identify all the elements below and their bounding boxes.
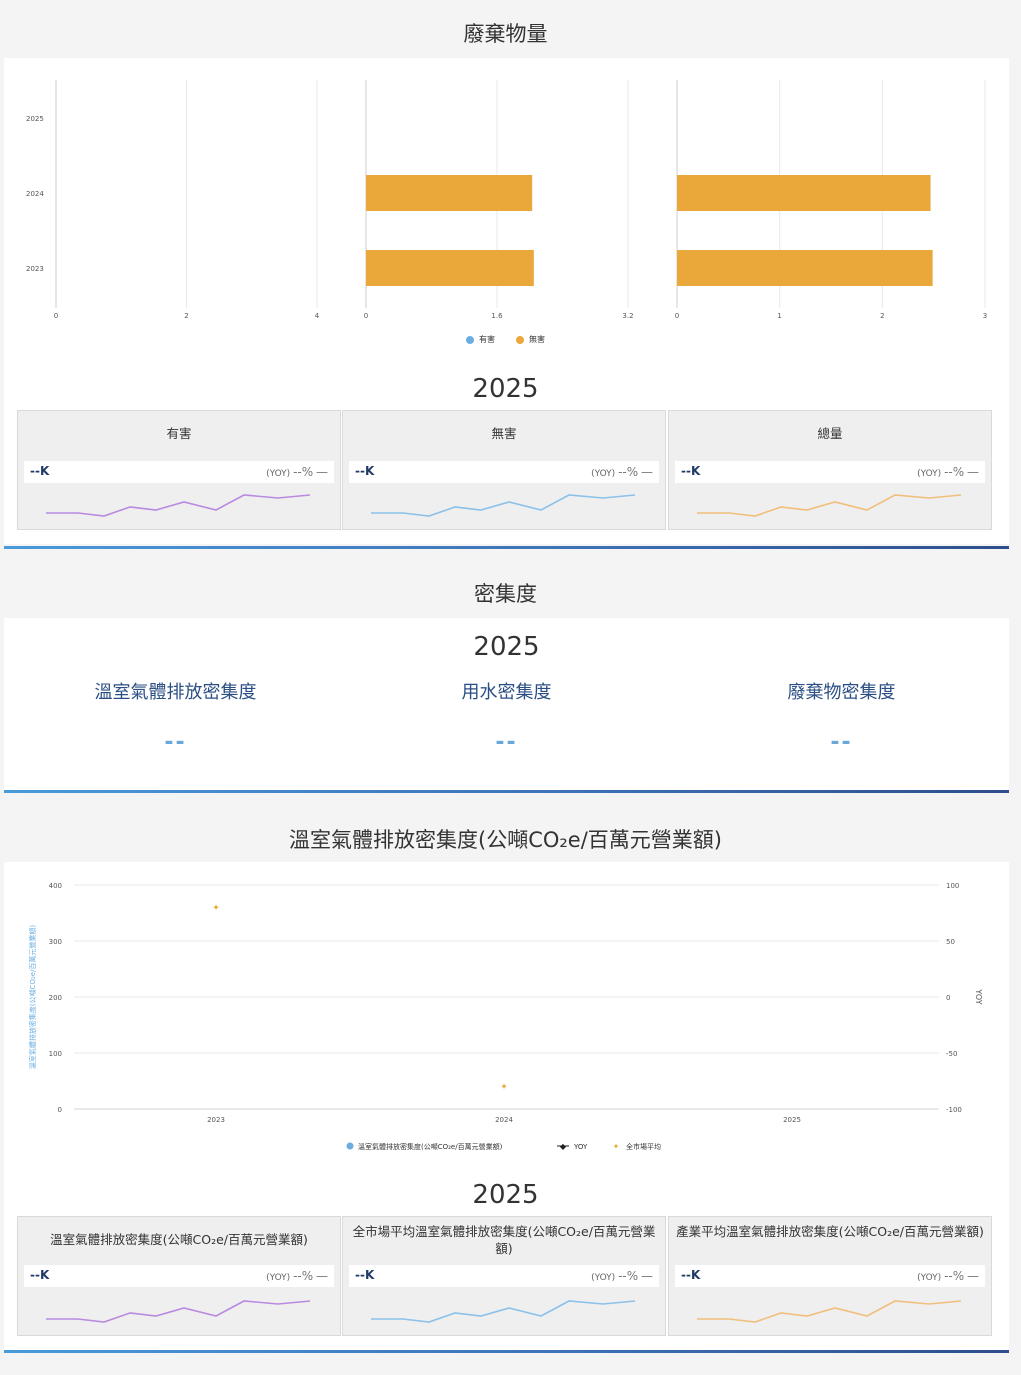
- section-title-waste: 廢棄物量: [463, 22, 548, 46]
- y-tick-label: 2024: [26, 190, 44, 198]
- density-year: 2025: [473, 632, 540, 662]
- legend-label-hazardous[interactable]: 有害: [479, 334, 495, 345]
- y-tick-label: 2023: [26, 265, 44, 273]
- card-yoy: (YOY) --% —: [266, 465, 328, 479]
- section-title-density: 密集度: [474, 582, 537, 606]
- ghg-year: 2025: [472, 1180, 539, 1210]
- y2-axis-label: YOY: [974, 988, 983, 1004]
- card-value-row: --K (YOY) --% —: [675, 461, 985, 483]
- ghg-line-chart: 400 300 200 100 0 100 50 0 -50 -100 2023 2024 2025 溫室…: [28, 882, 983, 1151]
- card-title: 有害: [166, 426, 192, 441]
- density-panel: 2025 溫室氣體排放密集度 用水密集度 廢棄物密集度 -- -- --: [4, 618, 1009, 790]
- card-title: 無害: [491, 426, 517, 441]
- legend-dot-ghg: [346, 1142, 354, 1150]
- kpi-card-market-average[interactable]: 全市場平均溫室氣體排放密集度(公噸CO₂e/百萬元營業額) --K (YOY) …: [342, 1216, 666, 1336]
- density-value-waste: --: [830, 730, 853, 755]
- density-label-ghg: 溫室氣體排放密集度: [94, 682, 257, 703]
- y-tick-label: 100: [49, 1050, 62, 1058]
- x-tick-label: 2: [184, 312, 188, 320]
- section-divider: [4, 1350, 1009, 1353]
- x-tick-label: 0: [54, 312, 58, 320]
- legend-dot-hazardous[interactable]: [466, 336, 474, 344]
- card-value: --K: [355, 464, 375, 478]
- card-yoy: (YOY) --% —: [917, 465, 979, 479]
- y2-tick-label: -100: [946, 1106, 962, 1114]
- x-tick-label: 2023: [207, 1116, 225, 1124]
- kpi-card-industry-average[interactable]: 產業平均溫室氣體排放密集度(公噸CO₂e/百萬元營業額) --K (YOY) -…: [668, 1216, 992, 1336]
- sparkline-purple: [46, 494, 311, 517]
- y2-tick-label: -50: [946, 1050, 957, 1058]
- kpi-card-hazardous[interactable]: 有害 --K (YOY) --% —: [17, 410, 341, 530]
- waste-legend: 有害 無害: [4, 333, 1009, 349]
- data-point-market-average: ✦: [212, 903, 220, 913]
- x-tick-label: 0: [675, 312, 679, 320]
- kpi-card-ghg-intensity[interactable]: 溫室氣體排放密集度(公噸CO₂e/百萬元營業額) --K (YOY) --% —: [17, 1216, 341, 1336]
- x-tick-label: 3: [983, 312, 987, 320]
- card-yoy: (YOY) --% —: [917, 1269, 979, 1283]
- y-tick-label: 200: [49, 994, 62, 1002]
- sparkline-blue: [371, 1300, 636, 1323]
- legend-label-non-hazardous[interactable]: 無害: [529, 334, 545, 345]
- y-axis-label: 溫室氣體排放密集度(公噸CO₂e/百萬元營業額): [28, 925, 37, 1070]
- legend-label-yoy: YOY: [573, 1143, 588, 1151]
- card-title: 溫室氣體排放密集度(公噸CO₂e/百萬元營業額): [50, 1232, 308, 1247]
- waste-year: 2025: [472, 374, 539, 404]
- sparkline-orange: [697, 1300, 962, 1323]
- card-value: --K: [30, 464, 50, 478]
- legend-marker-market-average: ✦: [613, 1142, 620, 1151]
- x-tick-label: 1.6: [491, 312, 503, 320]
- density-value-water: --: [495, 730, 518, 755]
- bar-總量: [677, 250, 933, 286]
- legend-label-ghg: 溫室氣體排放密集度(公噸CO₂e/百萬元營業額): [358, 1142, 503, 1151]
- card-value-row: --K (YOY) --% —: [24, 1265, 334, 1287]
- x-tick-label: 4: [315, 312, 320, 320]
- sparkline-orange: [697, 494, 962, 517]
- y2-tick-label: 0: [946, 994, 950, 1002]
- y-tick-label: 0: [58, 1106, 62, 1114]
- sparkline-blue: [371, 494, 636, 517]
- card-value: --K: [681, 1268, 701, 1282]
- card-value-row: --K (YOY) --% —: [24, 461, 334, 483]
- card-value-row: --K (YOY) --% —: [349, 461, 659, 483]
- card-yoy: (YOY) --% —: [266, 1269, 328, 1283]
- card-title: 產業平均溫室氣體排放密集度(公噸CO₂e/百萬元營業額): [676, 1224, 984, 1239]
- x-tick-label: 2025: [783, 1116, 801, 1124]
- kpi-card-non-hazardous[interactable]: 無害 --K (YOY) --% —: [342, 410, 666, 530]
- card-value: --K: [30, 1268, 50, 1282]
- y-tick-label: 300: [49, 938, 62, 946]
- card-value-row: --K (YOY) --% —: [675, 1265, 985, 1287]
- waste-bar-chart: 2025 2024 2023 0 2 4 0 1.6 3.2 0 1 2 3: [26, 80, 987, 320]
- card-value: --K: [355, 1268, 375, 1282]
- data-point-market-average: ✦: [500, 1083, 508, 1093]
- legend-dot-non-hazardous[interactable]: [516, 336, 524, 344]
- y2-tick-label: 100: [946, 882, 959, 890]
- card-value: --K: [681, 464, 701, 478]
- x-tick-label: 2024: [495, 1116, 513, 1124]
- bar-無害: [366, 250, 534, 286]
- x-tick-label: 2: [880, 312, 884, 320]
- section-title-ghg: 溫室氣體排放密集度(公噸CO₂e/百萬元營業額): [289, 828, 722, 852]
- x-tick-label: 0: [364, 312, 368, 320]
- sparkline-purple: [46, 1300, 311, 1323]
- card-title: 全市場平均溫室氣體排放密集度(公噸CO₂e/百萬元營業額): [352, 1224, 656, 1256]
- x-tick-label: 1: [777, 312, 781, 320]
- card-yoy: (YOY) --% —: [591, 465, 653, 479]
- density-label-waste: 廢棄物密集度: [787, 682, 896, 703]
- bar-無害: [366, 175, 533, 211]
- card-value-row: --K (YOY) --% —: [349, 1265, 659, 1287]
- kpi-card-total[interactable]: 總量 --K (YOY) --% —: [668, 410, 992, 530]
- y2-tick-label: 50: [946, 938, 955, 946]
- y-tick-label: 400: [49, 882, 62, 890]
- card-title: 總量: [817, 426, 843, 441]
- legend-label-market-average: 全市場平均: [626, 1142, 661, 1151]
- y-tick-label: 2025: [26, 115, 44, 123]
- density-label-water: 用水密集度: [461, 682, 552, 703]
- bar-總量: [677, 175, 931, 211]
- density-value-ghg: --: [164, 730, 187, 755]
- section-divider: [4, 546, 1009, 549]
- section-divider: [4, 790, 1009, 793]
- card-yoy: (YOY) --% —: [591, 1269, 653, 1283]
- x-tick-label: 3.2: [622, 312, 633, 320]
